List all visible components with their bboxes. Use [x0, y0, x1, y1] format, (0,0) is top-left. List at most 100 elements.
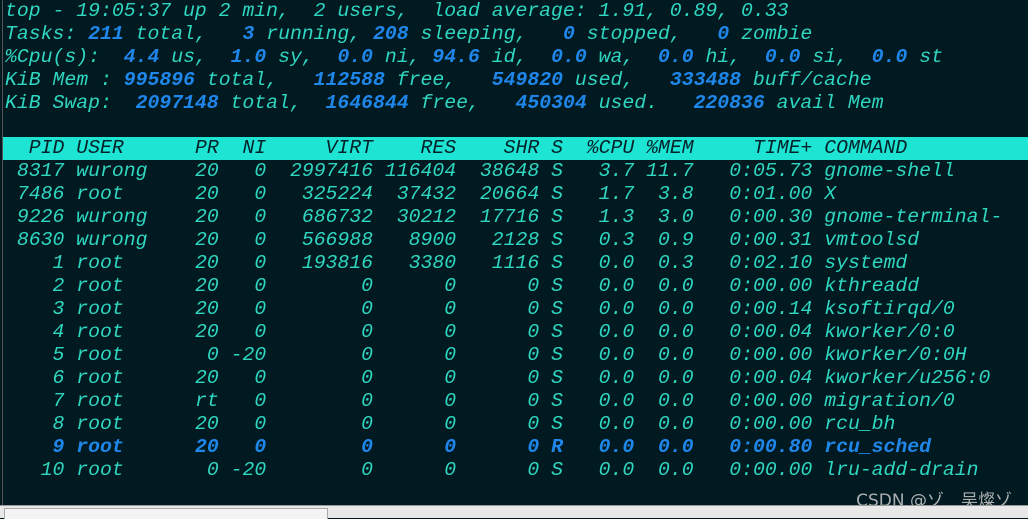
cell-pr: 20 — [183, 436, 219, 458]
process-row[interactable]: 8630 wurong 20 0 566988 8900 2128 S 0.3 … — [5, 229, 919, 252]
summary-value: 3 — [242, 23, 255, 45]
process-row[interactable]: 3 root 20 0 0 0 0 S 0.0 0.0 0:00.14 ksof… — [5, 298, 955, 321]
process-row[interactable]: 1 root 20 0 193816 3380 1116 S 0.0 0.3 0… — [5, 252, 907, 275]
cell-ni: 0 — [230, 160, 267, 182]
cell-command: ksoftirqd/0 — [824, 298, 955, 320]
cell-command: rcu_bh — [824, 413, 896, 435]
horizontal-scrollbar[interactable] — [0, 505, 1028, 519]
cell-cpu: 0.0 — [574, 252, 635, 274]
cell-time: 0:00.00 — [705, 344, 813, 366]
cell-res: 0 — [384, 298, 457, 320]
cell-ni: 0 — [230, 413, 267, 435]
cell-shr: 0 — [468, 390, 540, 412]
cell-s: S — [551, 390, 564, 412]
cell-mem: 0.0 — [646, 436, 694, 458]
cell-res: RES — [384, 137, 457, 159]
summary-line: Tasks: 211 total, 3 running, 208 sleepin… — [5, 23, 812, 46]
cell-shr: 0 — [468, 275, 540, 297]
cell-time: 0:01.00 — [705, 183, 813, 205]
process-row[interactable]: 6 root 20 0 0 0 0 S 0.0 0.0 0:00.04 kwor… — [5, 367, 990, 390]
summary-text: total, — [194, 69, 314, 91]
process-row[interactable]: 5 root 0 -20 0 0 0 S 0.0 0.0 0:00.00 kwo… — [5, 344, 966, 367]
process-row[interactable]: 7 root rt 0 0 0 0 S 0.0 0.0 0:00.00 migr… — [5, 390, 954, 413]
cell-ni: 0 — [230, 390, 267, 412]
cell-pid: 3 — [5, 298, 65, 320]
cell-cpu: 0.0 — [574, 459, 635, 481]
cell-s: R — [551, 436, 564, 458]
cell-time: 0:00.00 — [705, 413, 813, 435]
cell-virt: 0 — [278, 298, 374, 320]
summary-value: 0.0 — [871, 46, 908, 68]
cell-time: TIME+ — [705, 137, 813, 159]
cell-shr: 2128 — [468, 229, 540, 251]
cell-cpu: 0.0 — [574, 298, 635, 320]
cell-shr: 0 — [468, 436, 540, 458]
cell-cpu: 1.7 — [574, 183, 635, 205]
cell-command: systemd — [824, 252, 908, 274]
scrollbar-thumb[interactable] — [4, 508, 328, 519]
cell-cpu: 3.7 — [574, 160, 635, 182]
cell-mem: 11.7 — [646, 160, 694, 182]
cell-mem: %MEM — [646, 137, 694, 159]
cell-mem: 3.8 — [646, 183, 694, 205]
cell-shr: SHR — [468, 137, 540, 159]
cell-pr: rt — [183, 390, 219, 412]
cell-command: kthreadd — [824, 275, 920, 297]
cell-pid: 8 — [5, 413, 65, 435]
summary-text: used, — [562, 69, 670, 91]
process-row[interactable]: 9 root 20 0 0 0 0 R 0.0 0.0 0:00.80 rcu_… — [5, 436, 931, 459]
summary-value: 4.4 — [123, 46, 160, 68]
cell-cpu: 0.0 — [574, 344, 635, 366]
cell-cpu: 0.0 — [574, 436, 635, 458]
cell-pr: 20 — [183, 298, 219, 320]
cell-pr: 20 — [183, 275, 219, 297]
cell-virt: 325224 — [278, 183, 374, 205]
summary-value: 0.0 — [764, 46, 801, 68]
cell-shr: 0 — [468, 459, 540, 481]
cell-user: root — [76, 298, 172, 320]
summary-value: 0.0 — [551, 46, 587, 68]
cell-virt: 0 — [278, 436, 374, 458]
column-header-bar: PID USER PR NI VIRT RES SHR S %CPU %MEM … — [3, 137, 1028, 160]
process-row[interactable]: 8 root 20 0 0 0 0 S 0.0 0.0 0:00.00 rcu_… — [5, 413, 895, 436]
process-row[interactable]: 7486 root 20 0 325224 37432 20664 S 1.7 … — [5, 183, 836, 206]
process-row[interactable]: 4 root 20 0 0 0 0 S 0.0 0.0 0:00.04 kwor… — [5, 321, 954, 344]
cell-cpu: 0.0 — [574, 413, 635, 435]
summary-text: si, — [800, 46, 872, 68]
process-row[interactable]: 8317 wurong 20 0 2997416 116404 38648 S … — [5, 160, 955, 183]
summary-text: stopped, — [574, 23, 718, 45]
terminal-window[interactable]: top - 19:05:37 up 2 min, 2 users, load a… — [2, 0, 1028, 505]
summary-text: KiB Swap: — [5, 92, 136, 114]
process-row[interactable]: 9226 wurong 20 0 686732 30212 17716 S 1.… — [5, 206, 1002, 229]
cell-cpu: 0.0 — [574, 367, 635, 389]
cell-virt: 2997416 — [278, 160, 374, 182]
summary-text: ni, — [373, 46, 433, 68]
summary-text: total, — [123, 23, 243, 45]
cell-res: 37432 — [384, 183, 457, 205]
cell-user: wurong — [76, 160, 172, 182]
cell-cpu: 0.0 — [574, 390, 635, 412]
cell-ni: 0 — [230, 321, 267, 343]
cell-command: kworker/u256:0 — [824, 367, 991, 389]
process-row[interactable]: 2 root 20 0 0 0 0 S 0.0 0.0 0:00.00 kthr… — [5, 275, 919, 298]
cell-command: rcu_sched — [824, 436, 932, 458]
cell-pr: 0 — [183, 459, 219, 481]
cell-res: 0 — [384, 413, 457, 435]
summary-text: total, — [218, 92, 326, 114]
cell-mem: 0.0 — [646, 275, 694, 297]
cell-user: root — [76, 252, 172, 274]
cell-user: root — [76, 344, 172, 366]
process-row[interactable]: 10 root 0 -20 0 0 0 S 0.0 0.0 0:00.00 lr… — [5, 459, 979, 482]
summary-value: 333488 — [669, 69, 742, 91]
cell-pid: 7486 — [5, 183, 65, 205]
cell-user: root — [76, 436, 172, 458]
cell-pr: 20 — [183, 206, 219, 228]
cell-cpu: 0.0 — [574, 275, 635, 297]
cell-s: S — [551, 298, 564, 320]
cell-mem: 3.0 — [646, 206, 694, 228]
cell-shr: 20664 — [468, 183, 540, 205]
cell-mem: 0.0 — [646, 298, 694, 320]
cell-mem: 0.0 — [646, 367, 694, 389]
summary-value: 2097148 — [135, 92, 219, 114]
summary-value: 0.0 — [658, 46, 694, 68]
